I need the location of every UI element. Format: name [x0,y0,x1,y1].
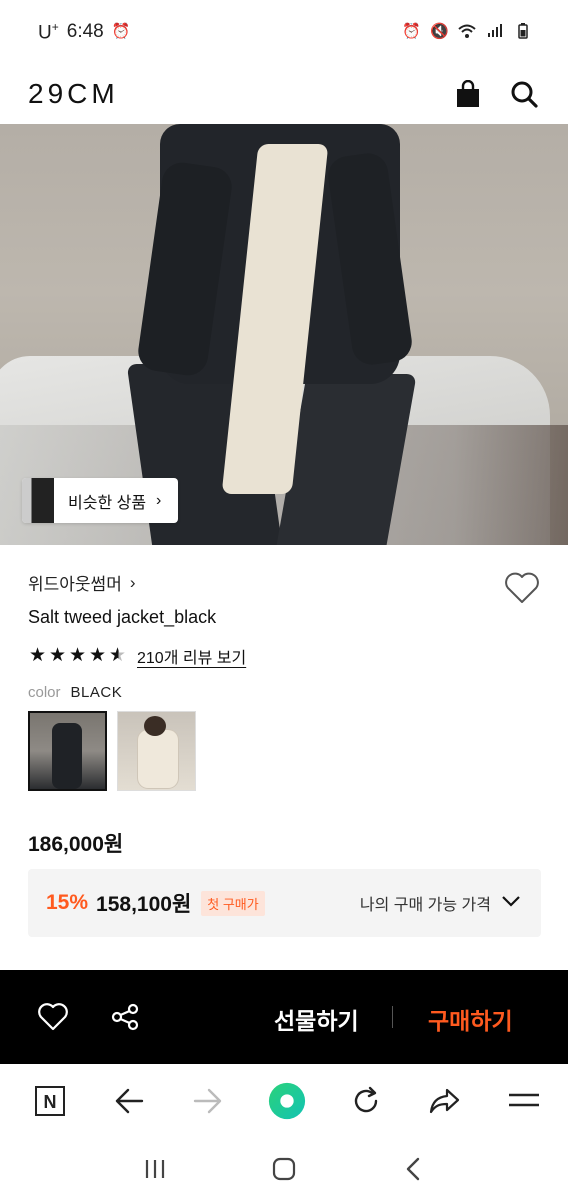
status-left: U+ 6:48 ⏰ [38,20,130,44]
color-swatches [28,711,196,791]
star-icon: ★ [88,645,107,666]
star-icon: ★ [68,645,87,666]
status-time: 6:48 [66,20,104,42]
shopping-bag-icon[interactable] [452,78,484,110]
color-row: color BLACK [28,684,122,701]
carrier-label: U+ [38,20,59,44]
alarm-icon: ⏰ [111,22,131,40]
naver-n-text: N [44,1092,57,1112]
action-divider [392,1006,393,1028]
heart-icon[interactable] [36,1000,70,1034]
browser-toolbar: N [0,1064,568,1138]
chevron-down-icon [501,894,521,912]
header-actions [452,78,540,110]
discount-box[interactable]: 15% 158,100원 첫 구매가 나의 구매 가능 가격 [28,869,541,937]
my-price-toggle[interactable]: 나의 구매 가능 가격 [360,891,521,915]
status-bar: U+ 6:48 ⏰ ⏰ 🔇 [0,0,568,64]
menu-icon[interactable] [504,1081,544,1121]
half-star-icon: ★ [108,645,127,666]
review-link[interactable]: 210개 리뷰 보기 [137,644,246,668]
discount-percent: 15% [46,891,89,914]
recent-apps-icon[interactable] [135,1149,175,1189]
similar-products-button[interactable]: 비슷한 상품 › [22,478,178,523]
similar-products-label: 비슷한 상품 [68,494,147,512]
product-name: Salt tweed jacket_black [28,607,217,627]
search-icon[interactable] [508,78,540,110]
battery-icon [514,23,532,41]
app-header: 29CM [0,64,568,124]
wishlist-heart-icon[interactable] [504,572,540,606]
color-value: BLACK [70,684,123,701]
status-right: ⏰ 🔇 [402,23,532,41]
naver-n-icon[interactable]: N [30,1081,70,1121]
similar-products-thumbnail [22,478,54,523]
gift-button[interactable]: 선물하기 [274,1002,359,1036]
original-price: 186,000원 [28,833,124,856]
buy-button[interactable]: 구매하기 [428,1002,513,1036]
rating-stars: ★ ★ ★ ★ ★ [28,645,127,667]
carrier-sup: + [51,19,59,34]
my-price-label: 나의 구매 가능 가격 [359,897,491,914]
star-icon: ★ [28,645,47,666]
mute-icon: 🔇 [430,23,449,40]
purchase-action-bar: 선물하기 구매하기 [0,970,568,1064]
back-icon[interactable] [393,1149,433,1189]
system-nav-bar [0,1138,568,1200]
carrier-text: U [38,22,52,44]
share-icon[interactable] [108,1000,142,1034]
chevron-right-icon: › [129,572,136,592]
brand-link[interactable]: 위드아웃썸머 › [28,570,136,595]
signal-icon [486,23,504,41]
color-key: color [28,684,61,701]
forward-arrow-icon[interactable] [188,1081,228,1121]
share-arrow-icon[interactable] [425,1081,465,1121]
brand-name: 위드아웃썸머 [28,575,122,594]
logo-29cm[interactable]: 29CM [28,78,119,110]
swatch-black[interactable] [28,711,107,791]
wifi-icon [458,23,476,41]
refresh-icon[interactable] [346,1081,386,1121]
chevron-right-icon: › [156,491,162,509]
swatch-ivory[interactable] [117,711,196,791]
star-icon: ★ [48,645,67,666]
back-arrow-icon[interactable] [109,1081,149,1121]
home-circle-icon[interactable] [267,1081,307,1121]
discount-price: 158,100원 [96,893,192,916]
first-purchase-badge: 첫 구매가 [201,890,265,916]
rating-row: ★ ★ ★ ★ ★ 210개 리뷰 보기 [28,644,246,668]
home-icon[interactable] [264,1149,304,1189]
alarm-icon-right: ⏰ [402,23,421,40]
